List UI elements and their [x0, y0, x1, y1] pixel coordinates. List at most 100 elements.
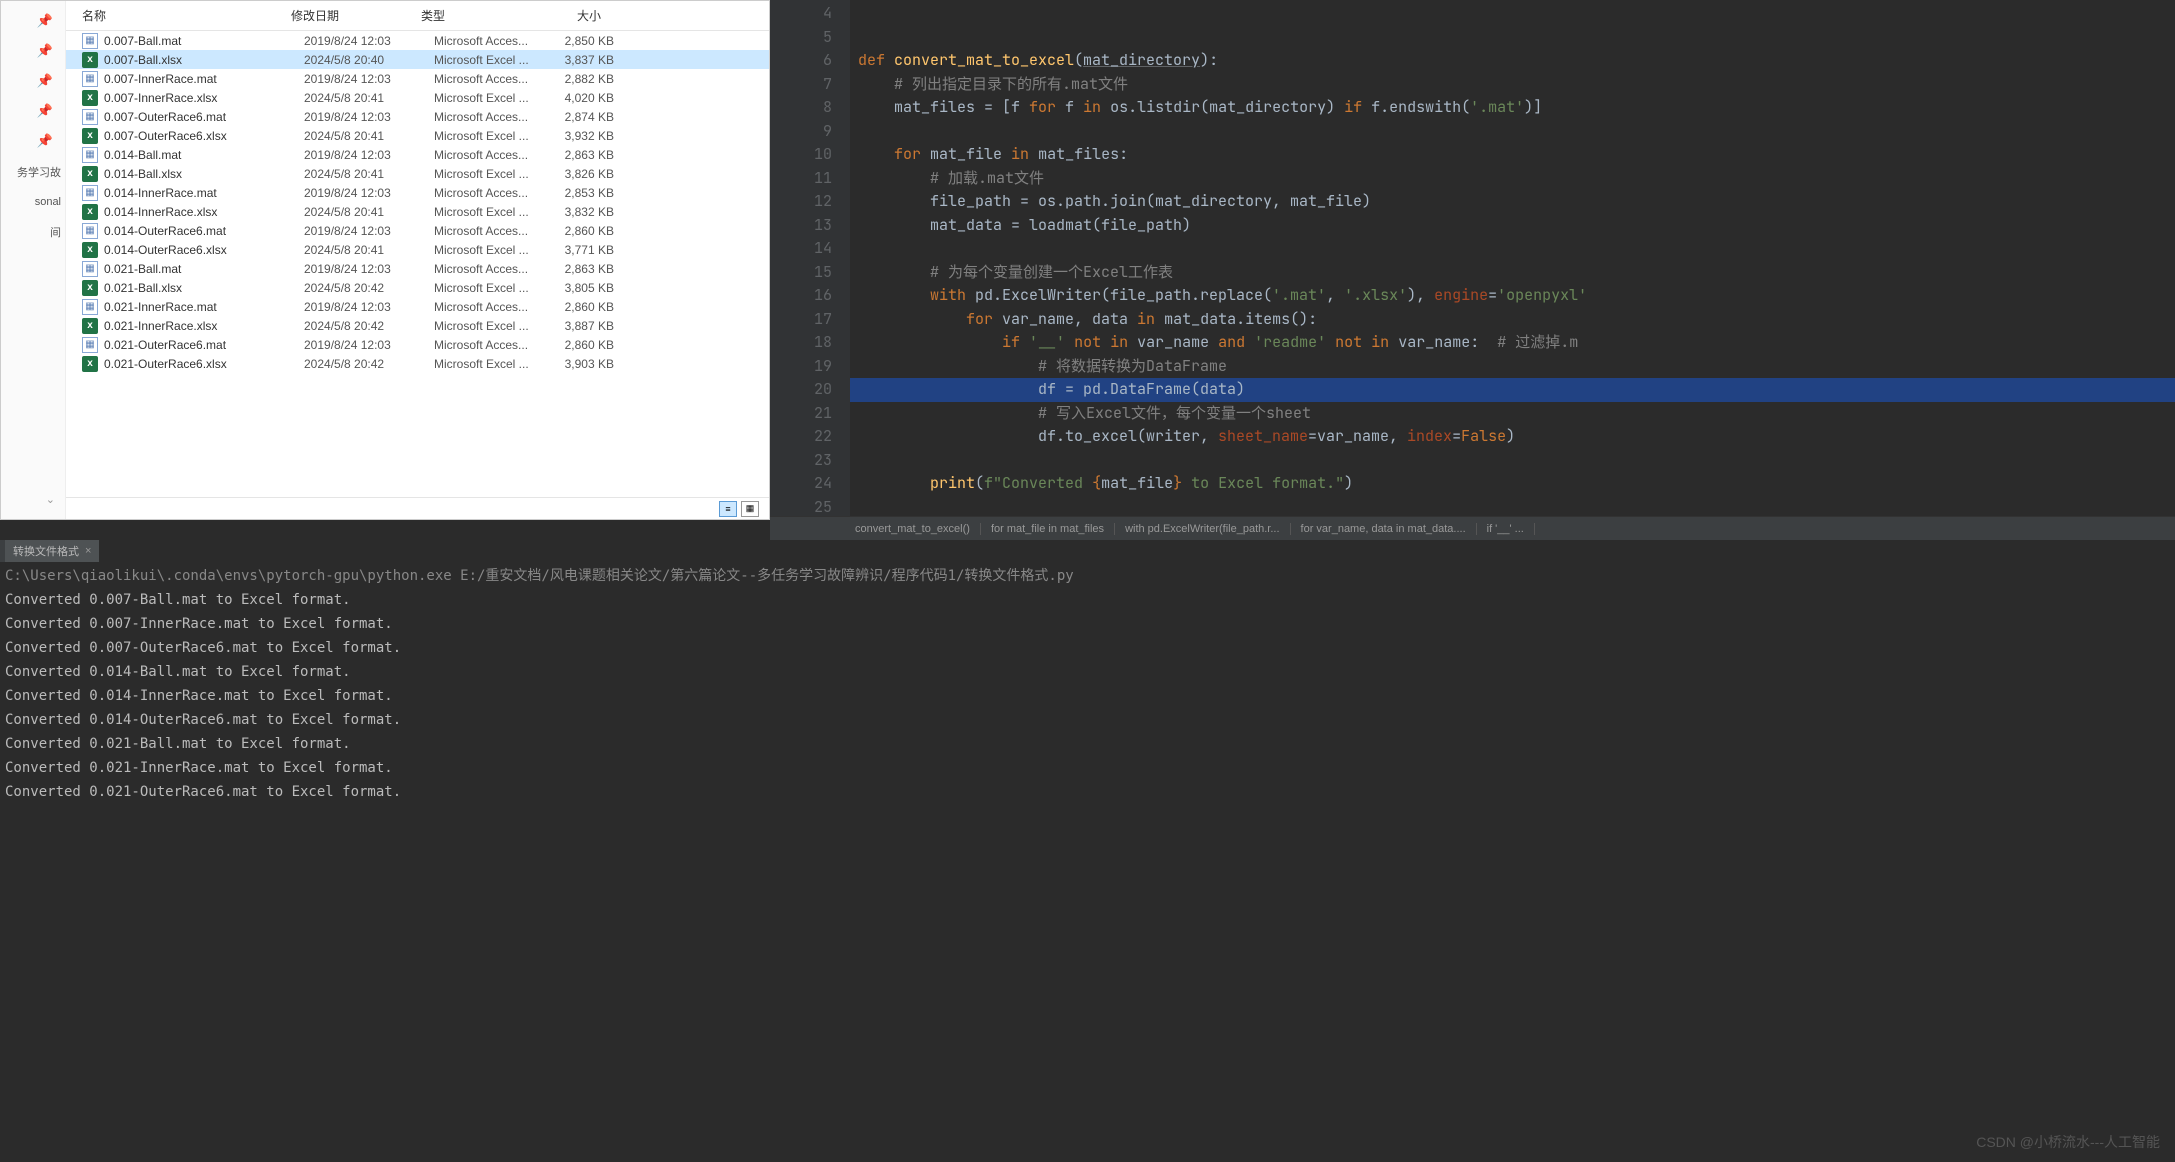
file-size: 3,887 KB [544, 319, 634, 333]
code-line[interactable]: # 将数据转换为DataFrame [850, 355, 2175, 379]
file-size: 2,860 KB [544, 300, 634, 314]
view-details-icon[interactable]: ≡ [719, 501, 737, 517]
pin-icon[interactable]: 📌 [37, 13, 53, 29]
pin-icon[interactable]: 📌 [37, 43, 53, 59]
code-line[interactable] [850, 449, 2175, 473]
code-line[interactable] [850, 2, 2175, 26]
code-line[interactable]: df.to_excel(writer, sheet_name=var_name,… [850, 425, 2175, 449]
collapse-icon[interactable]: ⌄ [38, 485, 63, 514]
code-line[interactable]: 💡 df = pd.DataFrame(data) [850, 378, 2175, 402]
editor-breadcrumb[interactable]: convert_mat_to_excel()for mat_file in ma… [770, 516, 2175, 540]
file-name: 0.021-InnerRace.xlsx [104, 319, 304, 333]
file-row[interactable]: x0.021-Ball.xlsx2024/5/8 20:42Microsoft … [66, 278, 769, 297]
col-name[interactable]: 名称 [66, 7, 291, 24]
code-area[interactable]: def convert_mat_to_excel(mat_directory):… [850, 0, 2175, 540]
breadcrumb-item[interactable]: convert_mat_to_excel() [845, 523, 981, 535]
file-row[interactable]: x0.014-InnerRace.xlsx2024/5/8 20:41Micro… [66, 202, 769, 221]
pin-icon[interactable]: 📌 [37, 73, 53, 89]
pin-icon[interactable]: 📌 [37, 103, 53, 119]
mat-file-icon: ▦ [82, 299, 98, 315]
line-number: 8 [770, 96, 832, 120]
file-size: 3,826 KB [544, 167, 634, 181]
code-line[interactable]: for var_name, data in mat_data.items(): [850, 308, 2175, 332]
file-row[interactable]: ▦0.007-OuterRace6.mat2019/8/24 12:03Micr… [66, 107, 769, 126]
file-list[interactable]: ▦0.007-Ball.mat2019/8/24 12:03Microsoft … [66, 31, 769, 497]
file-row[interactable]: x0.007-Ball.xlsx2024/5/8 20:40Microsoft … [66, 50, 769, 69]
pin-icon[interactable]: 📌 [37, 133, 53, 149]
code-line[interactable] [850, 237, 2175, 261]
file-type: Microsoft Acces... [434, 300, 544, 314]
file-name: 0.014-InnerRace.mat [104, 186, 304, 200]
line-number: 23 [770, 449, 832, 473]
explorer-columns-header[interactable]: 名称 修改日期 类型 大小 [66, 1, 769, 31]
file-row[interactable]: ▦0.014-OuterRace6.mat2019/8/24 12:03Micr… [66, 221, 769, 240]
file-size: 3,805 KB [544, 281, 634, 295]
mat-file-icon: ▦ [82, 223, 98, 239]
sidebar-label[interactable]: 务学习故 [17, 164, 61, 180]
code-line[interactable]: # 为每个变量创建一个Excel工作表 [850, 261, 2175, 285]
file-row[interactable]: ▦0.014-InnerRace.mat2019/8/24 12:03Micro… [66, 183, 769, 202]
file-row[interactable]: ▦0.021-OuterRace6.mat2019/8/24 12:03Micr… [66, 335, 769, 354]
file-type: Microsoft Excel ... [434, 129, 544, 143]
code-line[interactable]: with pd.ExcelWriter(file_path.replace('.… [850, 284, 2175, 308]
file-row[interactable]: x0.014-OuterRace6.xlsx2024/5/8 20:41Micr… [66, 240, 769, 259]
mat-file-icon: ▦ [82, 109, 98, 125]
file-date: 2019/8/24 12:03 [304, 110, 434, 124]
breadcrumb-item[interactable]: if '__' ... [1477, 523, 1535, 535]
file-row[interactable]: x0.007-OuterRace6.xlsx2024/5/8 20:41Micr… [66, 126, 769, 145]
file-row[interactable]: ▦0.014-Ball.mat2019/8/24 12:03Microsoft … [66, 145, 769, 164]
code-line[interactable]: if '__' not in var_name and 'readme' not… [850, 331, 2175, 355]
code-line[interactable]: for mat_file in mat_files: [850, 143, 2175, 167]
code-line[interactable] [850, 120, 2175, 144]
xlsx-file-icon: x [82, 52, 98, 68]
code-editor[interactable]: 45678910111213141516171819202122232425 d… [770, 0, 2175, 540]
col-date[interactable]: 修改日期 [291, 7, 421, 24]
file-date: 2019/8/24 12:03 [304, 262, 434, 276]
breadcrumb-item[interactable]: for mat_file in mat_files [981, 523, 1115, 535]
file-date: 2019/8/24 12:03 [304, 338, 434, 352]
code-line[interactable]: # 列出指定目录下的所有.mat文件 [850, 73, 2175, 97]
file-name: 0.021-Ball.xlsx [104, 281, 304, 295]
file-date: 2024/5/8 20:40 [304, 53, 434, 67]
file-type: Microsoft Acces... [434, 34, 544, 48]
code-line[interactable]: print(f"Converted {mat_file} to Excel fo… [850, 472, 2175, 496]
xlsx-file-icon: x [82, 356, 98, 372]
code-line[interactable]: mat_files = [f for f in os.listdir(mat_d… [850, 96, 2175, 120]
file-row[interactable]: ▦0.021-Ball.mat2019/8/24 12:03Microsoft … [66, 259, 769, 278]
close-icon[interactable]: × [85, 545, 91, 557]
file-type: Microsoft Acces... [434, 110, 544, 124]
file-name: 0.014-Ball.xlsx [104, 167, 304, 181]
code-line[interactable]: # 加载.mat文件 [850, 167, 2175, 191]
mat-file-icon: ▦ [82, 261, 98, 277]
code-line[interactable]: # 写入Excel文件，每个变量一个sheet [850, 402, 2175, 426]
breadcrumb-item[interactable]: with pd.ExcelWriter(file_path.r... [1115, 523, 1290, 535]
code-line[interactable]: def convert_mat_to_excel(mat_directory): [850, 49, 2175, 73]
file-row[interactable]: ▦0.021-InnerRace.mat2019/8/24 12:03Micro… [66, 297, 769, 316]
col-type[interactable]: 类型 [421, 7, 531, 24]
sidebar-label[interactable]: 间 [50, 224, 61, 240]
code-line[interactable] [850, 26, 2175, 50]
file-row[interactable]: x0.021-InnerRace.xlsx2024/5/8 20:42Micro… [66, 316, 769, 335]
sidebar-label[interactable]: sonal [35, 196, 61, 208]
view-tiles-icon[interactable]: ▦ [741, 501, 759, 517]
file-row[interactable]: x0.014-Ball.xlsx2024/5/8 20:41Microsoft … [66, 164, 769, 183]
code-line[interactable]: mat_data = loadmat(file_path) [850, 214, 2175, 238]
file-row[interactable]: x0.007-InnerRace.xlsx2024/5/8 20:41Micro… [66, 88, 769, 107]
col-size[interactable]: 大小 [531, 7, 621, 24]
file-name: 0.007-InnerRace.mat [104, 72, 304, 86]
xlsx-file-icon: x [82, 204, 98, 220]
file-date: 2024/5/8 20:41 [304, 205, 434, 219]
file-row[interactable]: x0.021-OuterRace6.xlsx2024/5/8 20:42Micr… [66, 354, 769, 373]
file-row[interactable]: ▦0.007-Ball.mat2019/8/24 12:03Microsoft … [66, 31, 769, 50]
terminal-output[interactable]: C:\Users\qiaolikui\.conda\envs\pytorch-g… [0, 562, 2175, 1162]
file-type: Microsoft Excel ... [434, 281, 544, 295]
code-line[interactable]: file_path = os.path.join(mat_directory, … [850, 190, 2175, 214]
file-size: 2,850 KB [544, 34, 634, 48]
file-date: 2019/8/24 12:03 [304, 148, 434, 162]
file-row[interactable]: ▦0.007-InnerRace.mat2019/8/24 12:03Micro… [66, 69, 769, 88]
file-name: 0.021-Ball.mat [104, 262, 304, 276]
breadcrumb-item[interactable]: for var_name, data in mat_data.... [1291, 523, 1477, 535]
file-size: 2,853 KB [544, 186, 634, 200]
file-size: 3,903 KB [544, 357, 634, 371]
terminal-tab[interactable]: 转换文件格式 × [5, 540, 99, 562]
